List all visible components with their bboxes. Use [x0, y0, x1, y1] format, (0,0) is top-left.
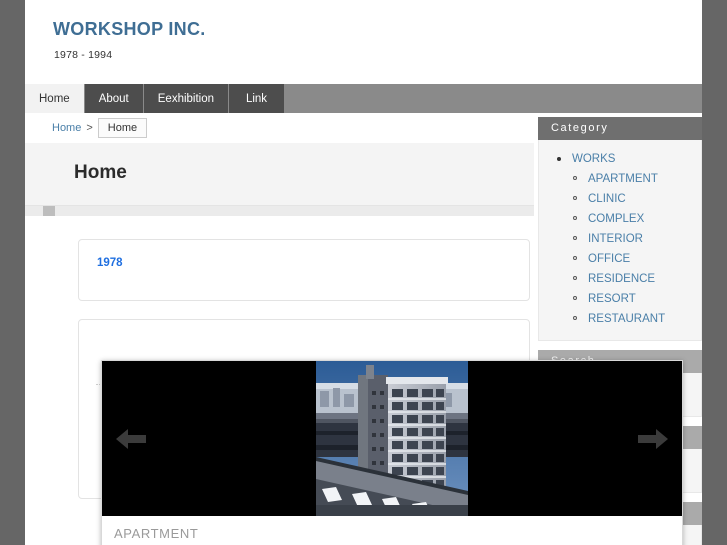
category-item-clinic[interactable]: CLINIC: [571, 189, 701, 209]
category-item-resort[interactable]: RESORT: [571, 289, 701, 309]
lightbox-photo: [316, 361, 468, 516]
page-container: WORKSHOP INC. 1978 - 1994 Home About Eex…: [25, 0, 702, 545]
site-header: WORKSHOP INC. 1978 - 1994: [25, 0, 702, 83]
category-widget-heading: Category: [538, 117, 702, 140]
lightbox-stage: [102, 361, 682, 516]
category-item-interior[interactable]: INTERIOR: [571, 229, 701, 249]
category-item-residence[interactable]: RESIDENCE: [571, 269, 701, 289]
site-title: WORKSHOP INC.: [53, 19, 206, 39]
breadcrumb-home-link[interactable]: Home: [52, 122, 81, 134]
lightbox-caption: APARTMENT: [102, 516, 682, 545]
site-subtitle: 1978 - 1994: [54, 49, 113, 61]
apartment-building-photo: [316, 361, 468, 516]
arrow-right-icon: [638, 428, 668, 449]
nav-item-about[interactable]: About: [84, 84, 144, 113]
lightbox-next-button[interactable]: [636, 426, 670, 452]
page-title-band: Home: [25, 143, 534, 206]
lightbox-overlay: APARTMENT: [101, 360, 683, 545]
category-item-apartment[interactable]: APARTMENT: [571, 169, 701, 189]
category-widget-body: WORKS APARTMENT CLINIC COMPLEX INTERIOR …: [538, 140, 702, 341]
category-item-complex[interactable]: COMPLEX: [571, 209, 701, 229]
nav-item-eexhibition[interactable]: Eexhibition: [143, 84, 230, 113]
year-card: 1978: [78, 239, 530, 301]
breadcrumb-current: Home: [97, 118, 148, 138]
nav-filler: [285, 84, 702, 113]
category-item-restaurant[interactable]: RESTAURANT: [571, 309, 701, 329]
nav-item-home[interactable]: Home: [25, 84, 85, 113]
page-title: Home: [74, 162, 127, 183]
lightbox-prev-button[interactable]: [114, 426, 148, 452]
category-list: WORKS APARTMENT CLINIC COMPLEX INTERIOR …: [539, 149, 701, 329]
breadcrumb-separator: >: [86, 122, 93, 134]
category-item-office[interactable]: OFFICE: [571, 249, 701, 269]
category-widget: Category WORKS APARTMENT CLINIC COMPLEX …: [538, 117, 702, 341]
title-underband-marker: [43, 206, 55, 216]
nav-item-link[interactable]: Link: [229, 84, 286, 113]
category-item-works[interactable]: WORKS: [555, 149, 701, 169]
year-link[interactable]: 1978: [97, 257, 123, 269]
category-sublist: APARTMENT CLINIC COMPLEX INTERIOR OFFICE…: [555, 169, 701, 329]
title-underband: [25, 206, 534, 216]
main-navigation: Home About Eexhibition Link: [25, 84, 702, 113]
arrow-left-icon: [116, 428, 146, 449]
